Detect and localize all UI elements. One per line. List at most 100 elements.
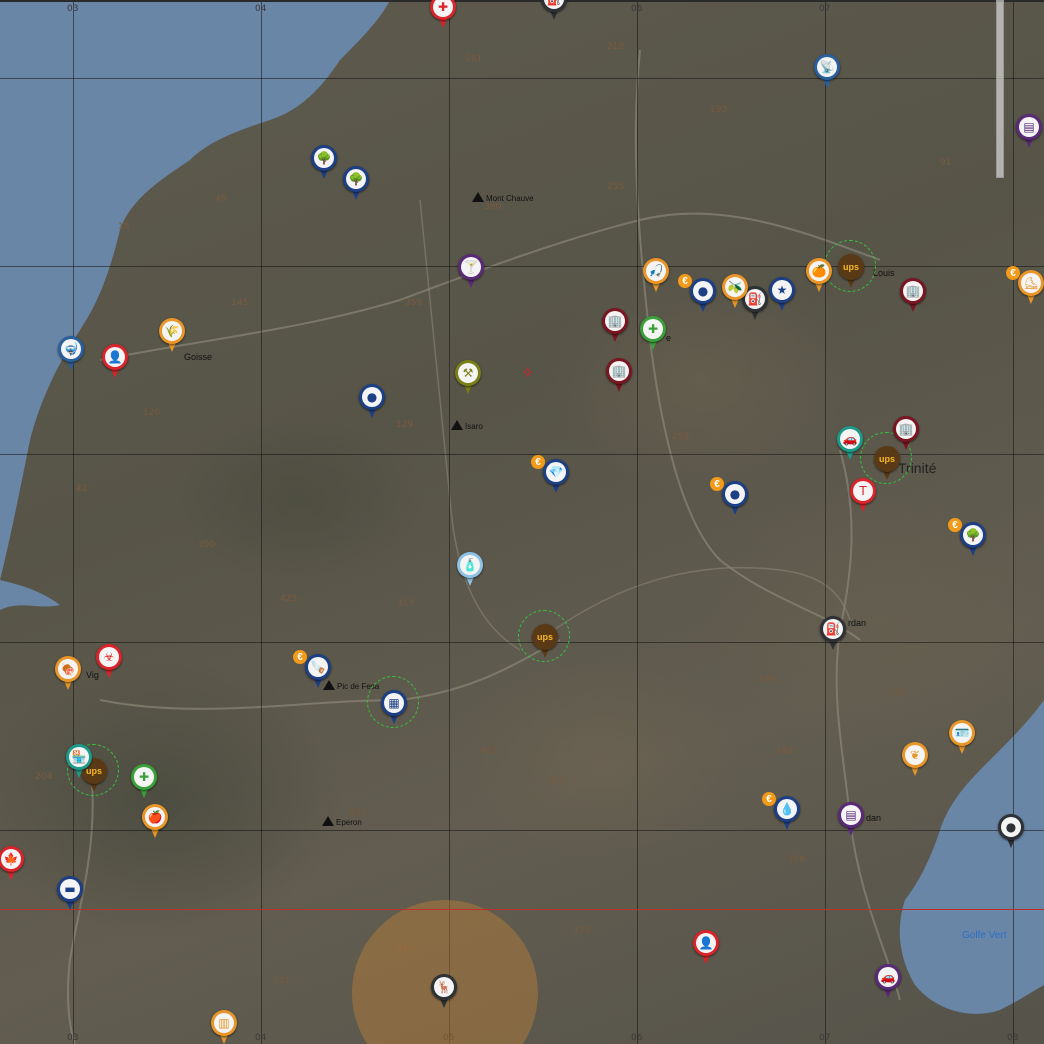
- map-marker-rock-1[interactable]: ● €: [710, 477, 748, 517]
- map-marker-building-4[interactable]: 🏢: [900, 278, 926, 314]
- map-marker-crystal-east[interactable]: ●: [998, 814, 1024, 850]
- pickaxe-icon: ⚒: [458, 363, 478, 383]
- map-marker-diver[interactable]: 🤿: [58, 336, 84, 372]
- top-border: [0, 0, 1044, 2]
- map-marker-ups-center[interactable]: ups: [518, 610, 570, 662]
- euro-icon: €: [948, 518, 962, 532]
- map-marker-oil[interactable]: 💧 €: [762, 792, 800, 832]
- map-marker-car-dealer[interactable]: 🚗: [837, 426, 863, 462]
- map-marker-iron[interactable]: ▬: [57, 876, 83, 912]
- elevation-label: 145: [231, 298, 249, 308]
- map-marker-sawmill[interactable]: 🪚 €: [293, 650, 331, 690]
- grid-label-07-top: 07: [819, 4, 831, 14]
- map-marker-fishing[interactable]: 🎣: [643, 258, 669, 294]
- map-marker-tree-2[interactable]: 🌳: [343, 166, 369, 202]
- shoe-icon: ⛸: [1021, 273, 1041, 293]
- grid-label-07-bottom: 07: [819, 1033, 831, 1043]
- car-icon: 🚗: [840, 429, 860, 449]
- town-le: e: [666, 333, 672, 343]
- map-marker-hops[interactable]: ❦: [902, 742, 928, 778]
- elevation-label: 18: [118, 222, 130, 232]
- euro-icon: €: [678, 274, 692, 288]
- elevation-label: 193: [710, 105, 728, 115]
- map-marker-ups-stlouis[interactable]: ups: [824, 240, 876, 292]
- tree-icon: 🌳: [314, 148, 334, 168]
- map-marker-biohazard[interactable]: ☣: [96, 644, 122, 680]
- map-marker-tesla[interactable]: T: [850, 478, 876, 514]
- map-marker-garage[interactable]: 🚗: [875, 964, 901, 1000]
- map-marker-coal[interactable]: ●: [359, 384, 385, 420]
- cocktail-icon: 🍸: [461, 257, 481, 277]
- map-marker-diamond[interactable]: 💎 €: [531, 455, 569, 495]
- deer-icon: 🦌: [434, 977, 454, 997]
- map-marker-rock-2[interactable]: ● €: [678, 274, 716, 314]
- map-marker-olive[interactable]: 🫒: [722, 274, 748, 310]
- town-goisse: Goisse: [184, 352, 213, 362]
- fishing-icon: 🎣: [646, 261, 666, 281]
- elevation-label: 181: [465, 54, 483, 64]
- building-icon: 🏢: [605, 311, 625, 331]
- boundary-line: [0, 909, 1044, 910]
- map-marker-tree-1[interactable]: 🌳: [311, 145, 337, 181]
- map-marker-water-bottle[interactable]: 🧴: [457, 552, 483, 588]
- map-marker-atm[interactable]: ▤: [838, 802, 864, 838]
- wheat-icon: 🌾: [162, 321, 182, 341]
- map-marker-atm-top[interactable]: ▤: [1016, 114, 1042, 150]
- map-marker-shop-vig[interactable]: 🏪: [66, 744, 92, 780]
- euro-icon: €: [762, 792, 776, 806]
- map-marker-apple[interactable]: 🍎: [142, 804, 168, 840]
- tree-icon: 🌳: [346, 169, 366, 189]
- map-marker-radio-tower[interactable]: 📡: [814, 54, 840, 90]
- map-marker-building-1[interactable]: 🏢: [602, 308, 628, 344]
- euro-icon: €: [531, 455, 545, 469]
- map-marker-cocktail[interactable]: 🍸: [458, 254, 484, 290]
- grid-label-04-top: 04: [255, 4, 267, 14]
- map-marker-tree-east[interactable]: 🌳 €: [948, 518, 986, 558]
- gold-bars-icon: ▥: [214, 1013, 234, 1033]
- map-marker-solar[interactable]: ▦: [367, 676, 419, 728]
- water-label-golfe-vert: Golfe Vert: [962, 930, 1007, 941]
- map-marker-police[interactable]: ★: [769, 277, 795, 313]
- peak-isaro: Isaro: [451, 420, 483, 431]
- map-marker-deer[interactable]: 🦌: [431, 974, 457, 1010]
- hooded-figure-icon: 👤: [105, 347, 125, 367]
- map-marker-building-2[interactable]: 🏢: [606, 358, 632, 394]
- map-marker-cannabis[interactable]: 🍁: [0, 846, 24, 882]
- building-icon: 🏢: [903, 281, 923, 301]
- map-marker-mining[interactable]: ⚒: [455, 360, 481, 396]
- map-marker-gas-station[interactable]: ⛽: [541, 0, 567, 22]
- elevation-label: 380: [484, 202, 502, 212]
- fruit-icon: 🍊: [809, 261, 829, 281]
- map-marker-pharmacy-vig[interactable]: ✚: [131, 764, 157, 800]
- town-st-louis: Louis: [873, 268, 895, 278]
- olive-icon: 🫒: [725, 277, 745, 297]
- map-marker-fruit[interactable]: 🍊: [806, 258, 832, 294]
- map-marker-skate[interactable]: ⛸ €: [1006, 266, 1044, 306]
- star-badge-icon: ★: [772, 280, 792, 300]
- map-marker-hospital-top[interactable]: ✚: [430, 0, 456, 30]
- biohazard-icon: ☣: [99, 647, 119, 667]
- grid-line-v: [1013, 0, 1014, 1044]
- bottle-icon: 🧴: [460, 555, 480, 575]
- elevation-label: 218: [607, 42, 625, 52]
- map-marker-pharmacy[interactable]: ✚: [640, 316, 666, 352]
- west-sea: [0, 0, 390, 580]
- map-marker-gold-bars[interactable]: ▥: [211, 1010, 237, 1044]
- diving-mask-icon: 🤿: [61, 339, 81, 359]
- shop-icon: 🏪: [69, 747, 89, 767]
- map-marker-meat[interactable]: 🍖: [55, 656, 81, 692]
- elevation-label: 168: [758, 674, 776, 684]
- map-marker-building-3[interactable]: 🏢: [893, 416, 919, 452]
- grid-label-06-bottom: 06: [631, 1033, 643, 1043]
- gas-pump-icon: ⛽: [745, 289, 765, 309]
- map-viewport[interactable]: 03 04 06 07 03 04 05 06 07 08 218 181 19…: [0, 0, 1044, 1044]
- legend-scrollbar[interactable]: [996, 0, 1004, 178]
- map-marker-license[interactable]: 🪪: [949, 720, 975, 756]
- map-marker-wheat[interactable]: 🌾: [159, 318, 185, 354]
- map-marker-rebel-south[interactable]: 👤: [693, 930, 719, 966]
- grid-line-v: [825, 0, 826, 1044]
- map-marker-rebel[interactable]: 👤: [102, 344, 128, 380]
- map-marker-gas-jordan[interactable]: ⛽: [820, 616, 846, 652]
- town-dan: dan: [866, 813, 882, 823]
- antenna-icon: 📡: [817, 57, 837, 77]
